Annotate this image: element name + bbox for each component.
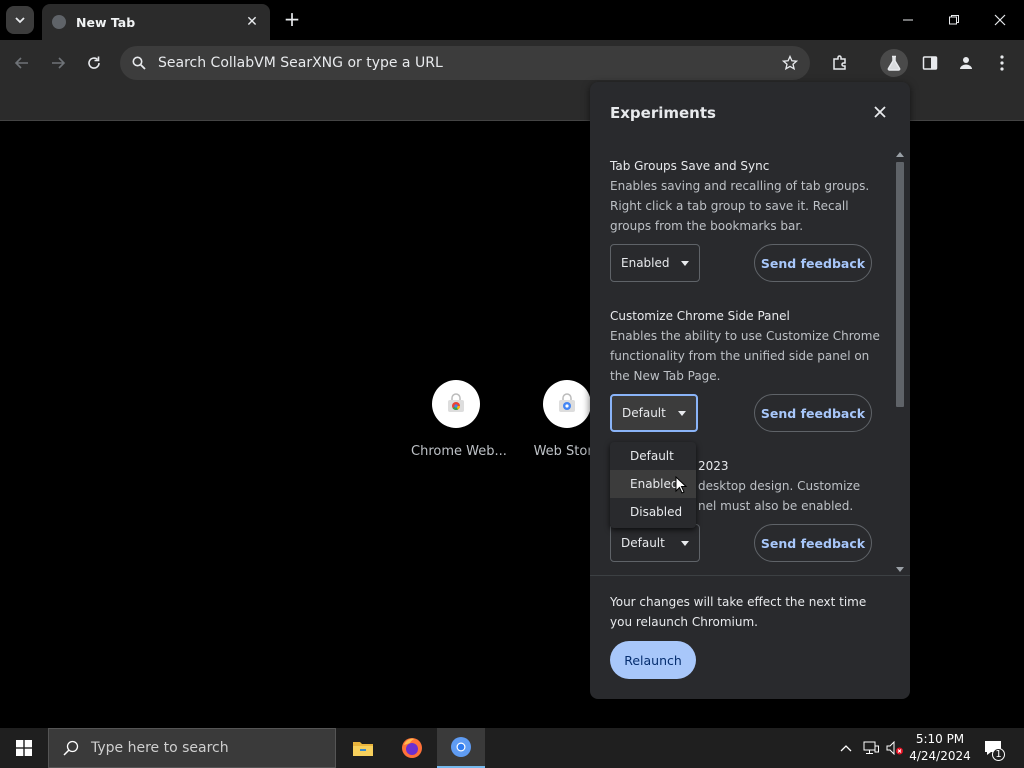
firefox-icon: [402, 738, 422, 758]
notification-count: 1: [992, 748, 1005, 761]
menu-button[interactable]: [988, 49, 1016, 77]
tab-search-button[interactable]: [6, 6, 34, 34]
panel-title: Experiments: [610, 104, 716, 122]
tab-strip: New Tab ✕ +: [0, 0, 1024, 40]
minimize-icon: [903, 19, 913, 21]
arrow-right-icon: [52, 57, 66, 69]
folder-icon: [353, 742, 373, 756]
tab-title: New Tab: [76, 14, 136, 30]
tray-volume[interactable]: [884, 728, 906, 768]
relaunch-note: Your changes will take effect the next t…: [610, 595, 867, 629]
relaunch-button[interactable]: Relaunch: [610, 641, 696, 679]
select-value: Enabled: [621, 256, 670, 270]
side-panel-button[interactable]: [916, 49, 944, 77]
omnibox[interactable]: Search CollabVM SearXNG or type a URL: [120, 46, 810, 80]
forward-button[interactable]: [46, 51, 70, 75]
panel-scrollbar[interactable]: [894, 152, 906, 572]
clock-date: 4/24/2024: [909, 749, 971, 763]
toolbar: Search CollabVM SearXNG or type a URL: [0, 40, 1024, 86]
mouse-cursor-icon: [675, 476, 687, 494]
chevron-down-icon: [15, 17, 25, 24]
tab-close-icon[interactable]: ✕: [244, 14, 260, 30]
restore-icon: [949, 15, 959, 25]
chevron-up-icon: [840, 745, 852, 752]
close-icon: [874, 106, 886, 118]
search-icon: [63, 740, 79, 756]
search-icon: [132, 56, 146, 70]
chromium-icon: [451, 737, 471, 757]
taskbar: Type here to search 5:10 PM 4/24/2024 1: [0, 728, 1024, 768]
feature-customize-chrome-side-panel: Customize Chrome Side Panel Enables the …: [610, 306, 880, 386]
puzzle-icon: [833, 55, 846, 70]
taskbar-chromium[interactable]: [437, 728, 485, 768]
caret-down-icon: [681, 540, 689, 546]
side-panel-icon: [922, 56, 938, 70]
feature-description: Enables saving and recalling of tab grou…: [610, 179, 870, 233]
feature-tab-groups-save-sync: Tab Groups Save and Sync Enables saving …: [610, 156, 880, 236]
feature-description: desktop design. Customize: [698, 479, 861, 493]
feature-select[interactable]: Default: [610, 524, 700, 562]
taskbar-search-placeholder: Type here to search: [91, 740, 229, 756]
extensions-button[interactable]: [826, 49, 854, 77]
scroll-up-icon[interactable]: [896, 152, 904, 157]
shortcut-label: Chrome Web...: [411, 444, 507, 459]
feature-select[interactable]: Enabled: [610, 244, 700, 282]
taskbar-clock[interactable]: 5:10 PM 4/24/2024: [908, 731, 972, 765]
restore-button[interactable]: [940, 8, 968, 32]
tray-overflow-button[interactable]: [836, 728, 856, 768]
experiments-panel: Experiments Tab Groups Save and Sync Ena…: [590, 82, 910, 699]
select-value: Default: [622, 406, 666, 420]
flask-icon: [887, 55, 901, 71]
close-window-button[interactable]: [986, 8, 1014, 32]
omnibox-placeholder: Search CollabVM SearXNG or type a URL: [158, 55, 443, 71]
feature-name: 2023: [698, 459, 729, 473]
shortcut-icon: [432, 380, 480, 428]
arrow-left-icon: [14, 57, 28, 69]
tray-network[interactable]: [860, 728, 882, 768]
dropdown-option-default[interactable]: Default: [610, 442, 696, 470]
minimize-button[interactable]: [894, 8, 922, 32]
feature-description: nel must also be enabled.: [698, 499, 854, 513]
dropdown-option-disabled[interactable]: Disabled: [610, 498, 696, 526]
feature-name: Customize Chrome Side Panel: [610, 309, 790, 323]
scroll-thumb[interactable]: [896, 162, 904, 407]
taskbar-search[interactable]: Type here to search: [48, 728, 336, 768]
feature-select[interactable]: Default: [610, 394, 698, 432]
windows-logo-icon: [16, 740, 32, 756]
person-icon: [960, 57, 972, 69]
send-feedback-button[interactable]: Send feedback: [754, 524, 872, 562]
web-store-icon: [559, 393, 575, 412]
volume-muted-icon: [886, 741, 903, 755]
caret-down-icon: [678, 410, 686, 416]
clock-time: 5:10 PM: [915, 732, 965, 746]
profile-button[interactable]: [952, 49, 980, 77]
scroll-down-icon[interactable]: [896, 567, 904, 572]
start-button[interactable]: [0, 728, 48, 768]
tab-new-tab[interactable]: New Tab ✕: [42, 4, 270, 40]
kebab-menu-icon: [1000, 55, 1004, 71]
experiments-button[interactable]: [880, 49, 908, 77]
chrome-web-store-icon: [448, 393, 464, 412]
panel-close-button[interactable]: [870, 102, 890, 122]
shortcut-icon: [543, 380, 591, 428]
notification-center-button[interactable]: 1: [980, 728, 1006, 768]
send-feedback-button[interactable]: Send feedback: [754, 244, 872, 282]
feature-name: Tab Groups Save and Sync: [610, 159, 770, 173]
taskbar-file-explorer[interactable]: [339, 728, 387, 768]
select-value: Default: [621, 536, 665, 550]
send-feedback-button[interactable]: Send feedback: [754, 394, 872, 432]
network-icon: [863, 741, 879, 754]
star-icon[interactable]: [782, 55, 798, 71]
feature-description: Enables the ability to use Customize Chr…: [610, 329, 880, 383]
reload-icon: [88, 56, 100, 69]
new-tab-button[interactable]: +: [282, 9, 302, 30]
taskbar-firefox[interactable]: [388, 728, 436, 768]
shortcut-chrome-web-store[interactable]: Chrome Web...: [411, 380, 507, 459]
back-button[interactable]: [10, 51, 34, 75]
close-icon: [994, 14, 1006, 26]
caret-down-icon: [681, 260, 689, 266]
globe-icon: [52, 15, 66, 29]
reload-button[interactable]: [82, 51, 106, 75]
